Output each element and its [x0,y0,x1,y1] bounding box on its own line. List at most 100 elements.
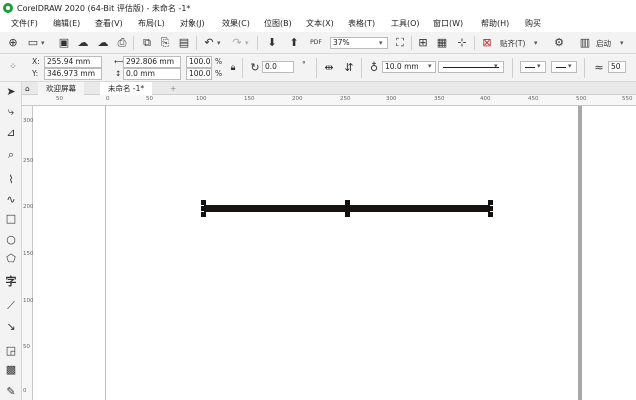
launch-label[interactable]: 启动 [596,38,611,49]
menu-tools[interactable]: 工具(O) [391,18,420,29]
scale-x-field[interactable]: 100.0 [186,56,212,68]
menu-object[interactable]: 对象(J) [180,18,205,29]
ellipse-tool-icon[interactable]: ○ [4,233,18,247]
add-tab-button[interactable]: + [162,82,184,95]
snap-icon[interactable]: ⊠ [480,36,494,50]
height-field[interactable]: 0.0 mm [123,68,181,80]
y-position-field[interactable]: 346.973 mm [44,68,102,80]
zoom-tool-icon[interactable]: ⌕ [4,148,18,162]
pdf-icon[interactable]: PDF [309,36,323,50]
x-position-field[interactable]: 255.94 mm [44,56,102,68]
chevron-down-icon[interactable]: ▾ [428,62,432,70]
lock-ratio-icon[interactable]: 🔒︎ [226,61,240,75]
selection-handle-bottom-center[interactable] [345,212,350,217]
scale-x-percent: % [215,57,223,66]
menu-window[interactable]: 窗口(W) [433,18,463,29]
end-arrowhead-select[interactable] [551,61,577,73]
connector-tool-icon[interactable]: ↘ [4,320,18,334]
menu-bar: 文件(F) 编辑(E) 查看(V) 布局(L) 对象(J) 效果(C) 位图(B… [0,16,636,32]
home-icon[interactable]: ⌂ [22,82,36,95]
drawing-canvas[interactable] [34,106,636,400]
menu-buy[interactable]: 购买 [525,18,541,29]
pick-tool-icon[interactable]: ➤ [4,85,18,99]
chevron-down-icon[interactable]: ▾ [534,39,538,47]
paste-icon[interactable]: ▤ [177,36,191,50]
menu-edit[interactable]: 编辑(E) [53,18,80,29]
vertical-ruler[interactable]: 300 250 200 150 100 50 0 [22,106,34,400]
cut-icon[interactable]: ⧉ [140,36,154,50]
crop-tool-icon[interactable]: ⊿ [4,126,18,140]
selection-handle-top-right[interactable] [488,200,493,205]
drop-shadow-icon[interactable]: ◲ [4,344,18,358]
ruler-label: 0 [23,388,27,394]
rotation-field[interactable]: 0.0 [262,61,294,73]
launch-icon[interactable]: ▥ [578,36,592,50]
export-icon[interactable]: ⬆ [287,36,301,50]
chevron-down-icon[interactable]: ▾ [217,39,221,47]
chevron-down-icon[interactable]: ▾ [245,39,249,47]
menu-bitmaps[interactable]: 位图(B) [264,18,292,29]
start-arrowhead-select[interactable] [520,61,546,73]
page-left-edge [105,106,106,400]
chevron-down-icon[interactable]: ▾ [379,39,383,47]
options-icon[interactable]: ⚙ [552,36,566,50]
mirror-horizontal-icon[interactable]: ⇹ [322,61,336,75]
cloud-upload-icon[interactable]: ☁ [96,36,110,50]
menu-help[interactable]: 帮助(H) [481,18,509,29]
tab-document[interactable]: 未命名 -1* [100,82,153,95]
grid-icon[interactable]: ▦ [435,36,449,50]
rulers-icon[interactable]: ⊞ [416,36,430,50]
object-origin-icon[interactable]: ⁘ [6,60,20,74]
scale-y-field[interactable]: 100.0 [186,68,212,80]
save-icon[interactable]: ▣ [57,36,71,50]
arrow-width-field[interactable]: 50 [608,61,626,73]
snap-to-label[interactable]: 贴齐(T) [500,38,525,49]
artistic-media-icon[interactable]: ∿ [4,193,18,207]
import-icon[interactable]: ⬇ [265,36,279,50]
menu-file[interactable]: 文件(F) [11,18,38,29]
selection-handle-center[interactable] [345,206,350,211]
selection-handle-top-center[interactable] [345,200,350,205]
ruler-label: 50 [56,96,63,102]
cloud-download-icon[interactable]: ☁ [76,36,90,50]
polygon-tool-icon[interactable]: ⬠ [4,252,18,266]
eyedropper-icon[interactable]: ✎ [4,385,18,399]
horizontal-ruler[interactable]: 50 0 50 100 150 200 250 300 350 400 450 … [22,95,636,106]
chevron-down-icon[interactable]: ▾ [537,62,541,70]
menu-text[interactable]: 文本(X) [306,18,334,29]
wave-icon[interactable]: ≈ [592,61,606,75]
selection-handle-bottom-left[interactable] [201,212,206,217]
selection-handle-middle-right[interactable] [488,206,493,211]
transparency-icon[interactable]: ▩ [4,363,18,377]
shape-tool-icon[interactable]: ⤷ [4,105,18,119]
new-icon[interactable]: ⊕ [6,36,20,50]
mirror-vertical-icon[interactable]: ⇵ [342,61,356,75]
menu-view[interactable]: 查看(V) [95,18,123,29]
menu-effects[interactable]: 效果(C) [222,18,250,29]
guidelines-icon[interactable]: ⊹ [455,36,469,50]
open-icon[interactable]: ▭ [26,36,40,50]
redo-icon[interactable]: ↷ [230,36,244,50]
selection-handle-top-left[interactable] [201,200,206,205]
arrow-preview [556,67,566,68]
chevron-down-icon[interactable]: ▾ [494,62,498,70]
freehand-tool-icon[interactable]: ⌇ [4,173,18,187]
parallel-dimension-icon[interactable]: ⟋ [4,299,18,313]
zoom-level-value: 37% [333,38,350,47]
rectangle-tool-icon[interactable]: □ [4,212,18,226]
selection-handle-middle-left[interactable] [201,206,206,211]
undo-icon[interactable]: ↶ [202,36,216,50]
copy-icon[interactable]: ⎘ [158,36,172,50]
ruler-label: 150 [23,251,34,257]
full-screen-icon[interactable]: ⛶ [393,36,407,50]
chevron-down-icon[interactable]: ▾ [620,39,624,47]
menu-table[interactable]: 表格(T) [348,18,375,29]
menu-layout[interactable]: 布局(L) [138,18,165,29]
print-icon[interactable]: ⎙ [115,36,129,50]
selection-handle-bottom-right[interactable] [488,212,493,217]
text-tool-icon[interactable]: 字 [4,275,18,289]
tab-welcome[interactable]: 欢迎屏幕 [38,82,84,95]
chevron-down-icon[interactable]: ▾ [41,39,45,47]
chevron-down-icon[interactable]: ▾ [568,62,572,70]
width-field[interactable]: 292.806 mm [123,56,181,68]
